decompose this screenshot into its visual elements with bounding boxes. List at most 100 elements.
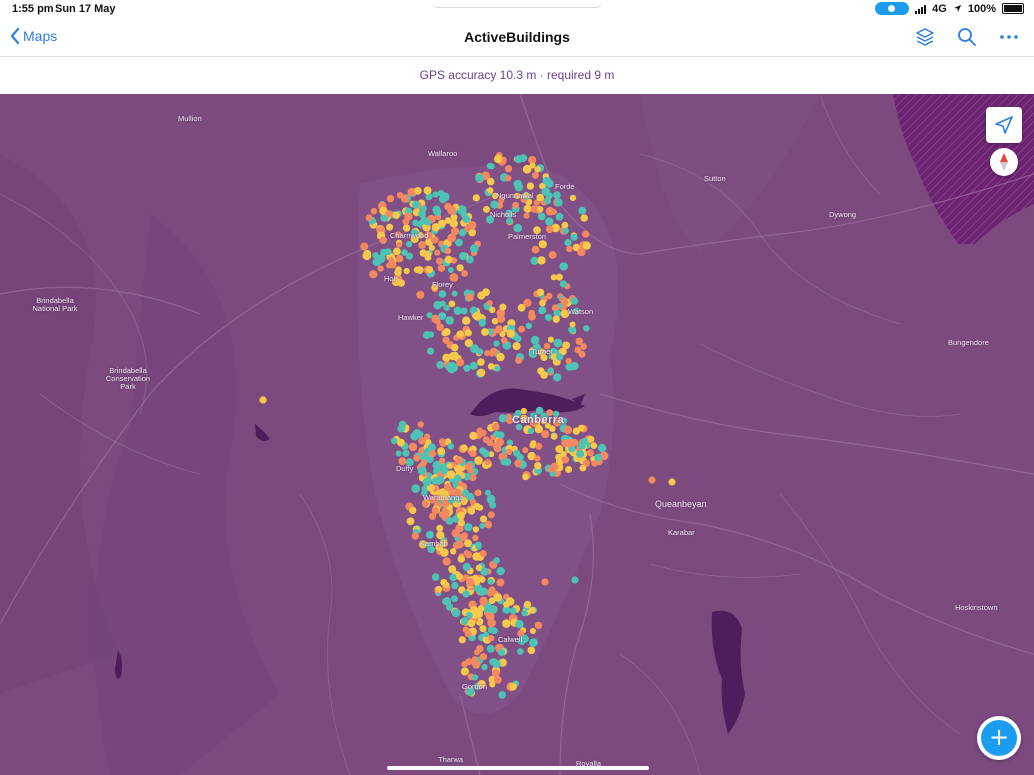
building-point[interactable] <box>492 669 500 678</box>
building-point[interactable] <box>527 646 536 655</box>
building-point[interactable] <box>493 557 500 564</box>
building-point[interactable] <box>472 674 479 681</box>
building-point[interactable] <box>541 430 550 439</box>
building-point[interactable] <box>514 155 523 164</box>
building-point[interactable] <box>445 316 455 325</box>
building-point[interactable] <box>562 227 569 234</box>
building-point[interactable] <box>477 605 485 612</box>
building-point[interactable] <box>491 627 498 635</box>
building-point[interactable] <box>467 221 477 230</box>
building-point[interactable] <box>438 195 448 204</box>
multitasking-handle[interactable] <box>432 0 602 8</box>
building-point[interactable] <box>545 206 555 216</box>
building-point[interactable] <box>370 207 378 215</box>
building-point[interactable] <box>460 210 468 218</box>
building-point[interactable] <box>570 233 578 241</box>
building-point[interactable] <box>494 365 501 372</box>
building-point[interactable] <box>448 565 457 574</box>
building-point[interactable] <box>505 448 513 456</box>
building-point[interactable] <box>448 361 457 370</box>
building-point[interactable] <box>536 193 544 202</box>
building-point[interactable] <box>451 529 460 538</box>
building-point[interactable] <box>597 443 607 453</box>
building-point[interactable] <box>385 210 393 218</box>
building-point[interactable] <box>422 477 432 487</box>
building-point[interactable] <box>527 427 535 435</box>
building-point[interactable] <box>518 325 525 333</box>
building-point[interactable] <box>538 306 547 315</box>
building-point[interactable] <box>479 653 488 661</box>
building-point[interactable] <box>436 361 445 369</box>
building-point[interactable] <box>537 256 546 265</box>
building-point[interactable] <box>537 212 546 221</box>
building-point[interactable] <box>466 611 473 619</box>
building-point[interactable] <box>447 267 454 273</box>
building-point[interactable] <box>569 194 577 202</box>
building-point[interactable] <box>259 396 267 404</box>
building-point[interactable] <box>529 162 536 169</box>
building-point[interactable] <box>460 307 468 315</box>
building-point[interactable] <box>498 649 506 656</box>
building-point[interactable] <box>411 484 421 493</box>
building-point[interactable] <box>481 663 488 671</box>
building-point[interactable] <box>450 213 458 221</box>
building-point[interactable] <box>495 437 505 447</box>
building-point[interactable] <box>521 609 528 617</box>
building-point[interactable] <box>472 194 480 202</box>
building-point[interactable] <box>478 318 486 326</box>
building-point[interactable] <box>399 420 407 428</box>
building-point[interactable] <box>547 466 554 473</box>
building-point[interactable] <box>545 179 554 188</box>
building-point[interactable] <box>506 329 515 338</box>
building-point[interactable] <box>389 261 397 269</box>
building-point[interactable] <box>506 439 514 446</box>
building-point[interactable] <box>546 292 553 300</box>
building-point[interactable] <box>362 251 372 261</box>
search-button[interactable] <box>956 26 978 48</box>
building-point[interactable] <box>541 578 549 586</box>
building-point[interactable] <box>488 635 495 642</box>
my-location-button[interactable] <box>986 107 1022 143</box>
building-point[interactable] <box>426 312 433 319</box>
building-point[interactable] <box>423 186 432 195</box>
building-point[interactable] <box>534 166 541 173</box>
building-point[interactable] <box>442 336 450 344</box>
building-point[interactable] <box>570 297 579 305</box>
building-point[interactable] <box>490 200 499 209</box>
building-point[interactable] <box>459 533 468 542</box>
building-point[interactable] <box>425 266 434 274</box>
building-point[interactable] <box>462 316 471 325</box>
building-point[interactable] <box>451 595 458 603</box>
building-point[interactable] <box>582 230 590 238</box>
building-point[interactable] <box>461 661 468 668</box>
building-point[interactable] <box>447 205 456 215</box>
building-point[interactable] <box>402 449 410 457</box>
building-point[interactable] <box>425 530 434 539</box>
building-point[interactable] <box>473 649 481 656</box>
building-point[interactable] <box>530 205 538 213</box>
building-point[interactable] <box>569 321 576 328</box>
building-point[interactable] <box>438 457 446 464</box>
building-point[interactable] <box>417 421 424 428</box>
building-point[interactable] <box>556 353 564 361</box>
building-point[interactable] <box>484 520 493 529</box>
building-point[interactable] <box>565 466 573 473</box>
building-point[interactable] <box>414 187 422 195</box>
building-point[interactable] <box>486 439 494 447</box>
building-point[interactable] <box>409 506 417 515</box>
building-point[interactable] <box>575 337 584 346</box>
building-point[interactable] <box>566 245 573 253</box>
building-point[interactable] <box>495 325 503 333</box>
building-point[interactable] <box>479 596 488 605</box>
building-point[interactable] <box>555 273 563 281</box>
building-point[interactable] <box>648 476 656 484</box>
building-point[interactable] <box>447 443 455 450</box>
building-point[interactable] <box>529 606 536 614</box>
building-point[interactable] <box>582 241 591 250</box>
building-point[interactable] <box>472 311 482 321</box>
building-point[interactable] <box>396 241 403 248</box>
building-point[interactable] <box>469 361 478 370</box>
building-point[interactable] <box>531 245 540 254</box>
building-point[interactable] <box>418 209 426 218</box>
building-point[interactable] <box>553 191 561 200</box>
